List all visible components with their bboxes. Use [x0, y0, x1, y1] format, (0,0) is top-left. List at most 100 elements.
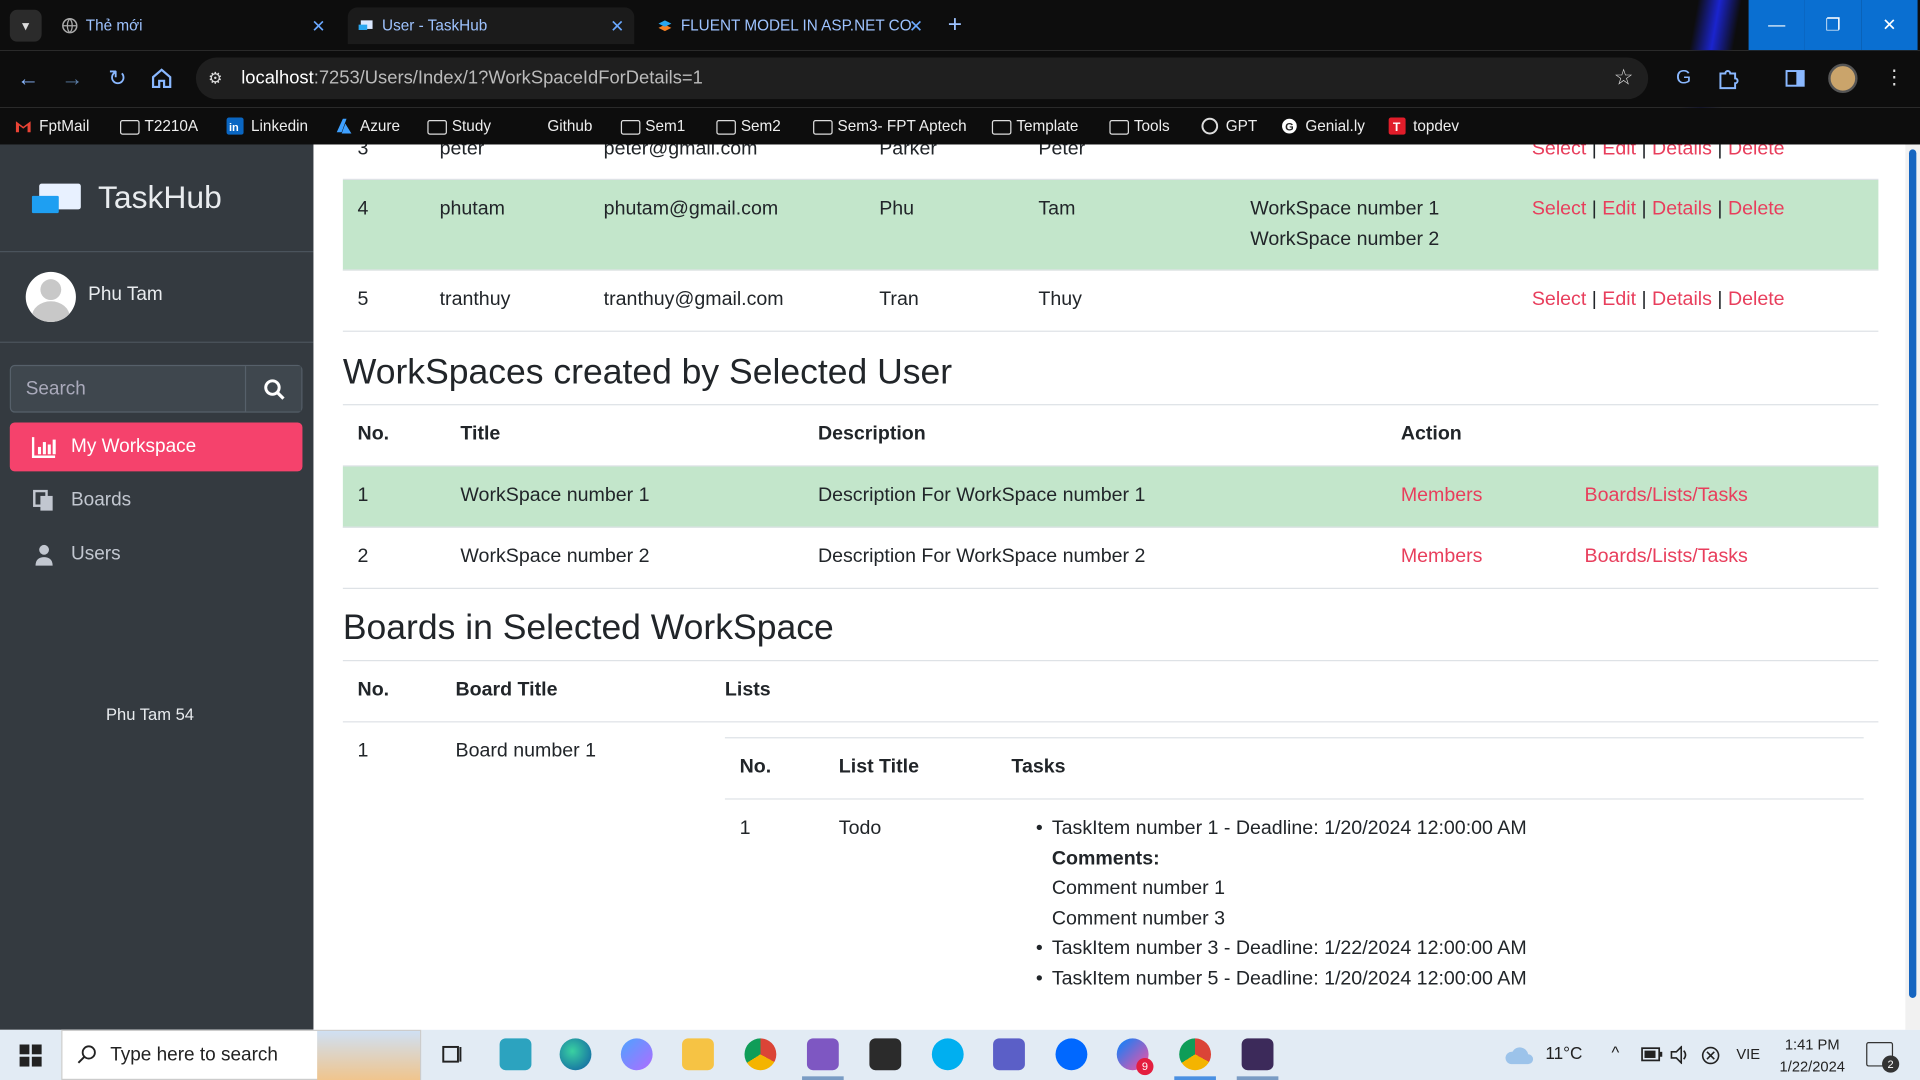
bookmark-tools[interactable]: Tools — [1109, 115, 1170, 137]
bookmark-linkedin[interactable]: in Linkedin — [226, 115, 308, 137]
bookmark-study[interactable]: Study — [427, 115, 491, 137]
user-name[interactable]: Phu Tam — [88, 284, 163, 306]
profile-avatar[interactable] — [1828, 63, 1858, 94]
comment-item: Comment number 3 — [1051, 907, 1225, 929]
tab-new-tab[interactable]: Thẻ mới ✕ — [51, 7, 335, 44]
delete-link[interactable]: Delete — [1728, 144, 1785, 159]
back-icon[interactable]: ← — [15, 65, 42, 92]
zalo-icon[interactable] — [1055, 1038, 1088, 1071]
search-highlight-image — [317, 1031, 421, 1080]
close-tab-icon[interactable]: ✕ — [311, 7, 325, 44]
chrome-icon[interactable] — [744, 1038, 777, 1071]
close-window-icon[interactable]: ✕ — [1861, 0, 1918, 51]
site-info-icon[interactable]: ⚙ — [208, 69, 228, 89]
bookmark-gpt[interactable]: GPT — [1201, 115, 1257, 137]
delete-link[interactable]: Delete — [1728, 289, 1785, 310]
chrome-profile-icon[interactable] — [1179, 1038, 1212, 1071]
details-link[interactable]: Details — [1652, 198, 1712, 219]
edit-link[interactable]: Edit — [1602, 198, 1636, 219]
select-link[interactable]: Select — [1532, 198, 1586, 219]
list-bullet-icon: • — [1035, 967, 1043, 989]
edit-link[interactable]: Edit — [1602, 144, 1636, 159]
search-input[interactable] — [11, 366, 247, 412]
select-link[interactable]: Select — [1532, 144, 1586, 159]
tab-search-button[interactable]: ▾ — [9, 9, 42, 42]
visual-studio-icon[interactable] — [806, 1038, 839, 1071]
edge-icon[interactable] — [559, 1038, 592, 1071]
brand-link[interactable]: TaskHub — [0, 144, 314, 253]
language-indicator[interactable]: VIE — [1736, 1046, 1760, 1063]
bookmark-azure[interactable]: Azure — [336, 115, 400, 137]
boards-lists-tasks-link[interactable]: Boards/Lists/Tasks — [1585, 481, 1748, 511]
photos-app-icon[interactable] — [499, 1038, 532, 1071]
folder-icon — [813, 120, 833, 135]
windows-start-icon[interactable] — [19, 1044, 42, 1067]
volume-icon[interactable] — [1670, 1045, 1690, 1065]
close-tab-icon[interactable]: ✕ — [909, 7, 923, 44]
translate-icon[interactable]: G — [1671, 66, 1695, 90]
bookmark-topdev[interactable]: T topdev — [1388, 115, 1459, 137]
tab-user-taskhub[interactable]: User - TaskHub ✕ — [347, 7, 635, 45]
taskbar-search[interactable]: Type here to search — [61, 1029, 422, 1080]
skype-icon[interactable] — [931, 1038, 964, 1071]
sidebar-item-users[interactable]: Users — [10, 530, 303, 579]
copilot-icon[interactable] — [620, 1038, 653, 1071]
boards-lists-tasks-link[interactable]: Boards/Lists/Tasks — [1585, 542, 1748, 572]
console-icon[interactable] — [1241, 1038, 1274, 1071]
address-bar[interactable]: ⚙ localhost:7253/Users/Index/1?WorkSpace… — [195, 57, 1649, 100]
details-link[interactable]: Details — [1652, 144, 1712, 159]
details-link[interactable]: Details — [1652, 289, 1712, 310]
bookmark-t2210a[interactable]: T2210A — [120, 115, 198, 137]
side-panel-icon[interactable] — [1783, 66, 1807, 90]
weather-cloud-icon[interactable] — [1504, 1044, 1536, 1066]
chevron-up-icon[interactable]: ^ — [1611, 1043, 1619, 1061]
file-explorer-icon[interactable] — [682, 1038, 714, 1071]
tab-fluent-model[interactable]: FLUENT MODEL IN ASP.NET CO ✕ — [647, 7, 934, 44]
bookmark-template[interactable]: Template — [991, 115, 1078, 137]
members-link[interactable]: Members — [1401, 542, 1483, 572]
notifications-icon[interactable]: 2 — [1866, 1042, 1900, 1073]
terminal-icon[interactable] — [869, 1038, 902, 1071]
close-tab-icon[interactable]: ✕ — [610, 7, 624, 44]
extensions-icon[interactable] — [1716, 66, 1740, 90]
members-link[interactable]: Members — [1401, 481, 1483, 511]
search-button[interactable] — [244, 366, 302, 412]
bookmark-genially[interactable]: G Genial.ly — [1281, 115, 1365, 137]
clock[interactable]: 1:41 PM 1/22/2024 — [1763, 1033, 1861, 1077]
home-icon[interactable] — [148, 65, 175, 92]
delete-link[interactable]: Delete — [1728, 198, 1785, 219]
scrollbar-thumb[interactable] — [1908, 149, 1917, 998]
new-tab-icon[interactable]: + — [948, 10, 962, 39]
edit-link[interactable]: Edit — [1602, 289, 1636, 310]
reload-icon[interactable]: ↻ — [104, 65, 131, 92]
bookmark-fptmail[interactable]: FptMail — [15, 115, 89, 137]
weather-temp[interactable]: 11°C — [1545, 1043, 1582, 1063]
forward-icon[interactable]: → — [59, 65, 86, 92]
bookmark-sem3[interactable]: Sem3- FPT Aptech — [813, 115, 967, 137]
bookmark-sem2[interactable]: Sem2 — [716, 115, 781, 137]
user-actions: Select | Edit | Details | Delete — [1531, 198, 1785, 220]
column-header: Action — [1400, 423, 1462, 445]
bookmark-github[interactable]: Github — [523, 115, 592, 137]
battery-icon[interactable] — [1641, 1047, 1663, 1062]
messenger-icon[interactable]: 9 — [1116, 1038, 1154, 1076]
browser-menu-icon[interactable]: ⋮ — [1882, 66, 1906, 90]
restore-icon[interactable]: ❐ — [1804, 0, 1862, 51]
user-icon — [35, 544, 53, 566]
openai-icon — [1201, 117, 1219, 135]
boards-heading: Boards in Selected WorkSpace — [342, 608, 834, 648]
task-view-icon[interactable] — [436, 1038, 468, 1070]
bookmark-sem1[interactable]: Sem1 — [620, 115, 685, 137]
network-disconnected-icon[interactable] — [1701, 1046, 1721, 1066]
minimize-icon[interactable]: — — [1748, 0, 1805, 51]
select-link[interactable]: Select — [1532, 289, 1586, 310]
user-username: tranthuy — [439, 288, 511, 310]
sidebar-item-boards[interactable]: Boards — [10, 476, 303, 525]
clock-time: 1:41 PM — [1784, 1035, 1840, 1054]
url-text[interactable]: localhost:7253/Users/Index/1?WorkSpaceId… — [241, 58, 703, 100]
user-panel[interactable]: Phu Tam — [0, 252, 314, 343]
active-app-indicator — [802, 1076, 844, 1080]
sidebar-item-my-workspace[interactable]: My Workspace — [9, 422, 303, 472]
teams-icon[interactable] — [993, 1038, 1025, 1071]
bookmark-star-icon[interactable]: ☆ — [1614, 65, 1634, 91]
